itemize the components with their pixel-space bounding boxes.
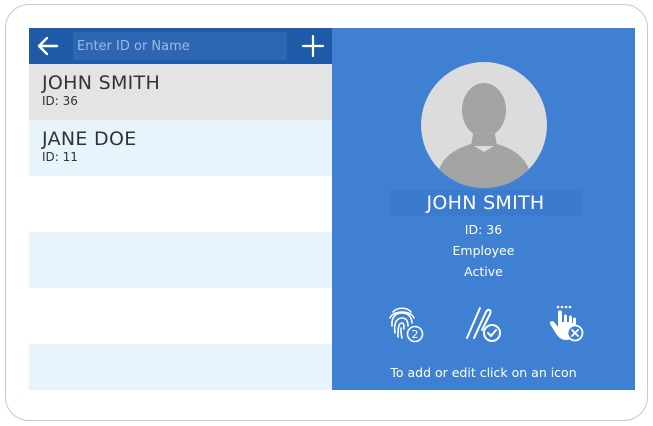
empty-row [29,288,332,344]
list-item-id: ID: 11 [42,150,78,164]
fingerprint-icon[interactable]: 2 [383,304,427,344]
pin-icon[interactable] [544,304,588,344]
user-detail-panel: JOHN SMITH ID: 36 Employee Active 2 To a… [332,28,635,390]
fingerprint-count: 2 [412,328,419,341]
detail-status: Active [464,264,503,279]
list-item-id: ID: 36 [42,94,78,108]
app-screen: JOHN SMITH ID: 36 JANE DOE ID: 11 JOHN S… [29,28,635,390]
empty-row [29,232,332,288]
detail-role: Employee [452,243,515,258]
detail-id: ID: 36 [464,222,503,237]
user-avatar [421,62,547,188]
user-list-panel: JOHN SMITH ID: 36 JANE DOE ID: 11 [29,28,332,390]
top-bar [29,28,332,64]
list-item[interactable]: JOHN SMITH ID: 36 [29,64,332,120]
arrow-left-icon[interactable] [35,33,61,59]
list-item[interactable]: JANE DOE ID: 11 [29,120,332,176]
plus-icon[interactable] [300,33,326,59]
detail-name: JOHN SMITH [389,190,582,216]
list-item-name: JANE DOE [42,128,137,150]
list-item-name: JOHN SMITH [42,72,161,94]
card-icon[interactable] [462,304,506,344]
hint-text: To add or edit click on an icon [390,365,577,380]
search-input[interactable] [73,32,287,60]
empty-row [29,344,332,390]
empty-row [29,176,332,232]
